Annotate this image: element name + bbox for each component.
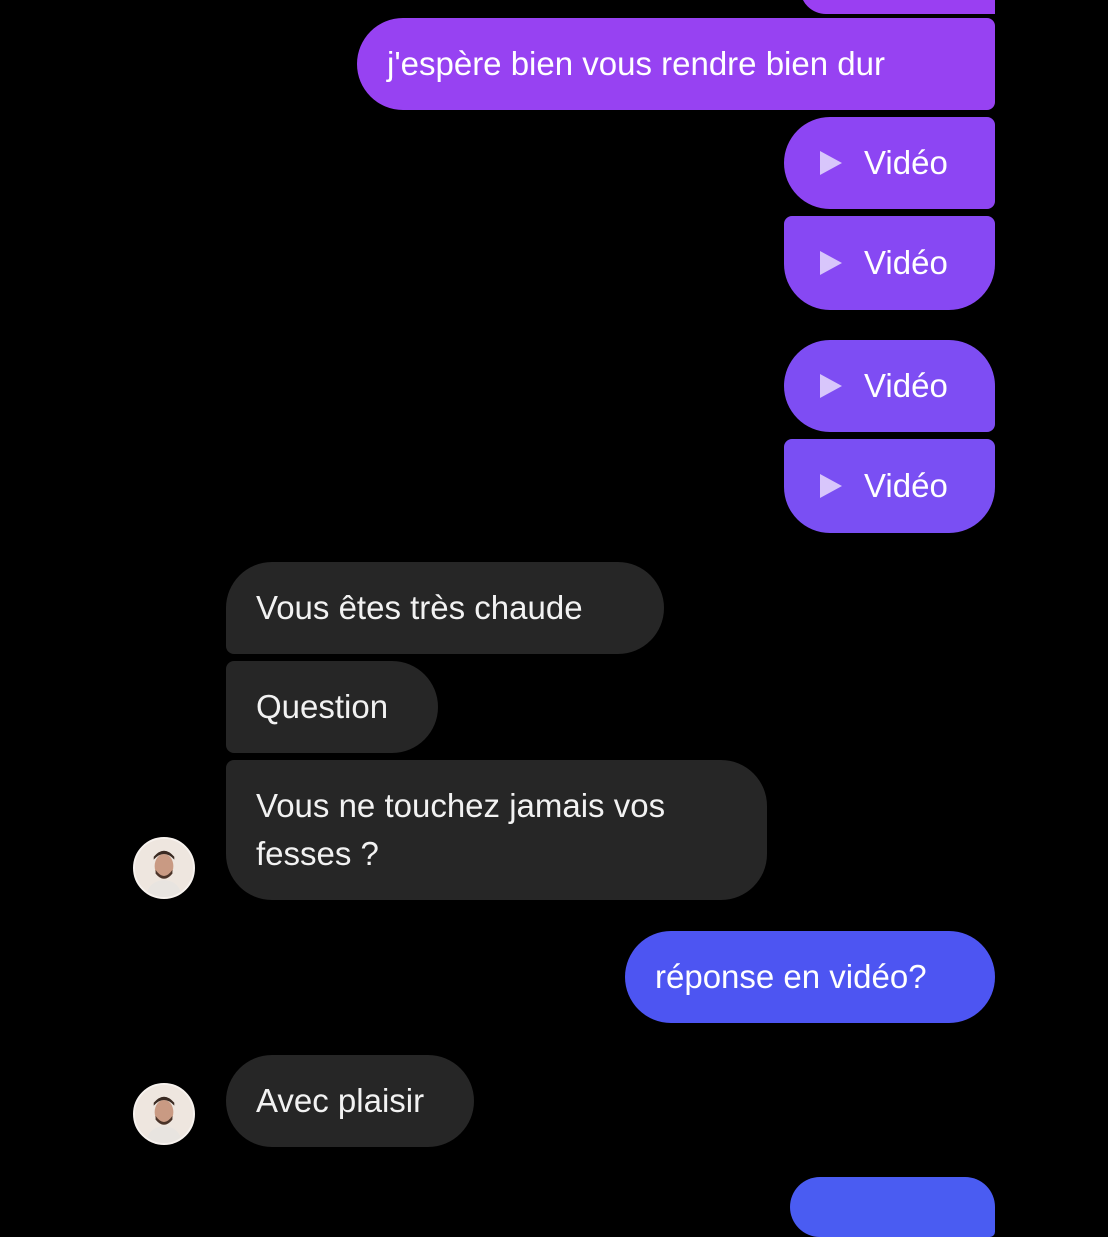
video-message[interactable]: Vidéo <box>784 439 995 533</box>
play-icon <box>820 374 842 398</box>
play-icon <box>820 474 842 498</box>
video-label: Vidéo <box>864 467 948 504</box>
contact-avatar[interactable] <box>133 1083 195 1145</box>
received-message[interactable]: Avec plaisir <box>226 1055 474 1147</box>
sent-message[interactable]: j'espère bien vous rendre bien dur <box>357 18 995 110</box>
sent-message[interactable]: réponse en vidéo? <box>625 931 995 1023</box>
message-text: Vous ne touchez jamais vos fesses ? <box>256 787 666 872</box>
message-text: j'espère bien vous rendre bien dur <box>387 45 885 82</box>
video-label: Vidéo <box>864 367 948 404</box>
video-message[interactable]: Vidéo <box>784 117 995 209</box>
video-message[interactable]: Vidéo <box>784 216 995 310</box>
avatar-picture <box>135 1085 193 1143</box>
message-text: réponse en vidéo? <box>655 958 927 995</box>
received-message[interactable]: Vous ne touchez jamais vos fesses ? <box>226 760 767 900</box>
sent-bubble-partial[interactable] <box>790 1177 995 1237</box>
video-label: Vidéo <box>864 144 948 181</box>
received-message[interactable]: Question <box>226 661 438 753</box>
avatar-picture <box>135 839 193 897</box>
video-label: Vidéo <box>864 244 948 281</box>
message-text: Vous êtes très chaude <box>256 589 583 626</box>
contact-avatar[interactable] <box>133 837 195 899</box>
received-message[interactable]: Vous êtes très chaude <box>226 562 664 654</box>
sent-bubble-partial[interactable] <box>800 0 995 14</box>
play-icon <box>820 251 842 275</box>
message-text: Avec plaisir <box>256 1082 425 1119</box>
message-text: Question <box>256 688 389 725</box>
video-message[interactable]: Vidéo <box>784 340 995 432</box>
play-icon <box>820 151 842 175</box>
